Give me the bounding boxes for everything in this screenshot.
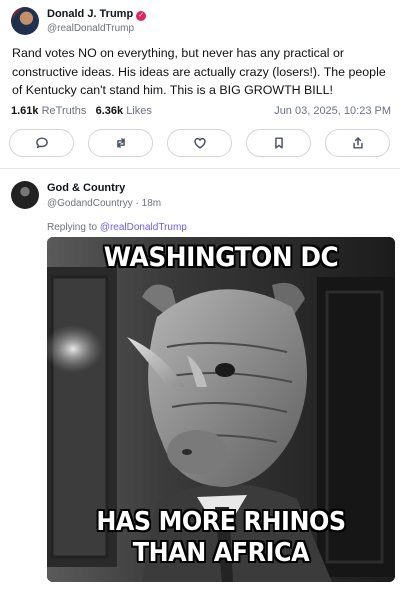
post-stats: 1.61k ReTruths 6.36k Likes: [11, 105, 152, 117]
reply-time-ago[interactable]: 18m: [142, 198, 161, 209]
post-actions-bar: [9, 129, 390, 157]
author-avatar[interactable]: [11, 7, 39, 35]
retruths-count[interactable]: 1.61k: [11, 105, 39, 117]
reply-author-meta: @GodandCountryy · 18m: [47, 198, 161, 210]
retruths-label[interactable]: ReTruths: [42, 105, 87, 117]
replying-to-mention[interactable]: @realDonaldTrump: [100, 222, 187, 233]
replying-prefix: Replying to: [47, 222, 100, 233]
share-upload-icon: [352, 137, 363, 149]
reply-button[interactable]: [9, 129, 74, 157]
post-timestamp[interactable]: Jun 03, 2025, 10:23 PM: [274, 105, 391, 117]
like-button[interactable]: [167, 129, 232, 157]
retruth-button[interactable]: [88, 129, 153, 157]
meme-image[interactable]: WASHINGTON DC HAS MORE RHINOS THAN AFRIC…: [47, 237, 395, 582]
meme-bottom-caption: HAS MORE RHINOS THAN AFRICA: [61, 507, 381, 569]
author-name[interactable]: Donald J. Trump: [47, 8, 133, 20]
post-text: Rand votes NO on everything, but never h…: [12, 46, 386, 97]
reply-author-handle[interactable]: @GodandCountryy: [47, 198, 133, 209]
share-button[interactable]: [325, 129, 390, 157]
speech-bubble-icon: [35, 137, 48, 149]
heart-icon: [193, 137, 206, 149]
meme-bottom-line-1: HAS MORE RHINOS: [96, 507, 346, 537]
verified-badge-icon: ✓: [136, 11, 147, 21]
meta-separator: ·: [135, 198, 139, 209]
reply-post: God & Country @GodandCountryy · 18m Repl…: [0, 169, 400, 589]
likes-count[interactable]: 6.36k: [96, 105, 124, 117]
original-post: Donald J. Trump ✓ @realDonaldTrump Rand v…: [0, 0, 400, 168]
bookmark-button[interactable]: [246, 129, 311, 157]
repost-arrows-icon: [116, 138, 125, 148]
meme-top-caption: WASHINGTON DC: [103, 242, 339, 273]
author-name-row[interactable]: Donald J. Trump ✓: [47, 8, 147, 21]
meme-bottom-line-2: THAN AFRICA: [132, 538, 310, 568]
likes-label[interactable]: Likes: [126, 105, 152, 117]
bookmark-icon: [274, 137, 283, 149]
replying-to-line: Replying to @realDonaldTrump: [47, 222, 187, 233]
reply-author-avatar[interactable]: [11, 181, 39, 209]
reply-author-name[interactable]: God & Country: [47, 182, 125, 195]
author-handle[interactable]: @realDonaldTrump: [47, 23, 134, 35]
